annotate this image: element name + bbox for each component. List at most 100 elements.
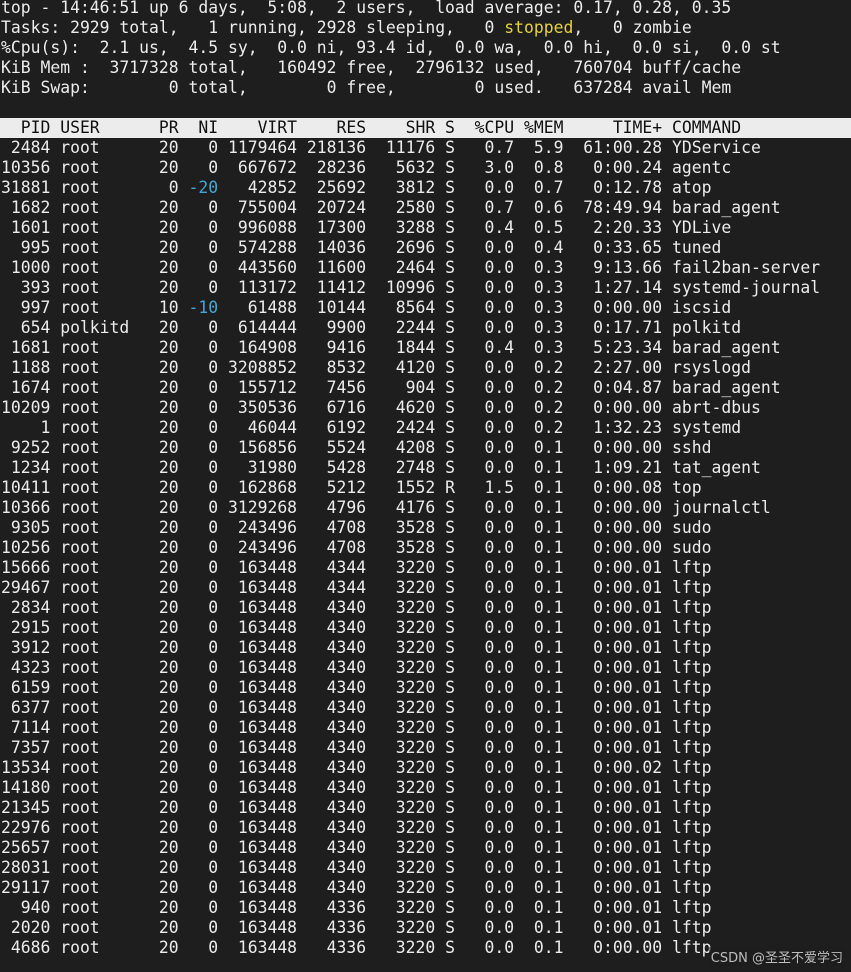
process-row-left: 995 root 20 0	[1, 238, 219, 257]
process-row: 7114 root 20 0 163448 4340 3220 S 0.0 0.…	[1, 718, 712, 738]
process-row: 1000 root 20 0 443560 11600 2464 S 0.0 0…	[1, 258, 820, 278]
process-row-right: 3129268 4796 4176 S 0.0 0.1 0:00.00 jour…	[218, 498, 771, 517]
process-row-left: 29467 root 20 0	[1, 578, 219, 597]
process-row: 1 root 20 0 46044 6192 2424 S 0.0 0.2 1:…	[1, 418, 741, 438]
process-row-right: 163448 4340 3220 S 0.0 0.1 0:00.01 lftp	[218, 838, 712, 857]
tasks-suffix: , 0 zombie	[573, 18, 692, 37]
process-row: 10256 root 20 0 243496 4708 3528 S 0.0 0…	[1, 538, 712, 558]
process-row: 10366 root 20 0 3129268 4796 4176 S 0.0 …	[1, 498, 771, 518]
process-row-right: 350536 6716 4620 S 0.0 0.2 0:00.00 abrt-…	[218, 398, 761, 417]
process-row-right: 163448 4340 3220 S 0.0 0.1 0:00.01 lftp	[218, 798, 712, 817]
process-row-right: 163448 4340 3220 S 0.0 0.1 0:00.02 lftp	[218, 758, 712, 777]
process-row-left: 9252 root 20 0	[1, 438, 219, 457]
process-row-right: 163448 4336 3220 S 0.0 0.1 0:00.00 lftp	[218, 938, 712, 957]
process-row-left: 6377 root 20 0	[1, 698, 219, 717]
process-row-left: 31881 root 0	[1, 178, 189, 197]
process-row-right: 156856 5524 4208 S 0.0 0.1 0:00.00 sshd	[218, 438, 712, 457]
process-table-header: PID USER PR NI VIRT RES SHR S %CPU %MEM …	[0, 118, 851, 138]
process-row-right: 163448 4340 3220 S 0.0 0.1 0:00.01 lftp	[218, 778, 712, 797]
process-row-right: 243496 4708 3528 S 0.0 0.1 0:00.00 sudo	[218, 518, 712, 537]
process-row: 7357 root 20 0 163448 4340 3220 S 0.0 0.…	[1, 738, 712, 758]
process-row-right: 1179464 218136 11176 S 0.7 5.9 61:00.28 …	[218, 138, 761, 157]
process-row-right: 667672 28236 5632 S 3.0 0.8 0:00.24 agen…	[218, 158, 732, 177]
process-row: 654 polkitd 20 0 614444 9900 2244 S 0.0 …	[1, 318, 741, 338]
process-row-right: 243496 4708 3528 S 0.0 0.1 0:00.00 sudo	[218, 538, 712, 557]
process-row-right: 574288 14036 2696 S 0.0 0.4 0:33.65 tune…	[218, 238, 722, 257]
process-row-right: 163448 4340 3220 S 0.0 0.1 0:00.01 lftp	[218, 618, 712, 637]
process-row-left: 13534 root 20 0	[1, 758, 219, 777]
process-row: 995 root 20 0 574288 14036 2696 S 0.0 0.…	[1, 238, 722, 258]
process-row-left: 10256 root 20 0	[1, 538, 219, 557]
process-row-left: 2484 root 20 0	[1, 138, 219, 157]
process-row-right: 996088 17300 3288 S 0.4 0.5 2:20.33 YDLi…	[218, 218, 732, 237]
process-row-left: 9305 root 20 0	[1, 518, 219, 537]
process-row-left: 14180 root 20 0	[1, 778, 219, 797]
process-row: 6159 root 20 0 163448 4340 3220 S 0.0 0.…	[1, 678, 712, 698]
process-row-left: 654 polkitd 20 0	[1, 318, 219, 337]
process-row-negative-nice: -20	[188, 178, 219, 197]
process-row: 1601 root 20 0 996088 17300 3288 S 0.4 0…	[1, 218, 731, 238]
process-row-left: 15666 root 20 0	[1, 558, 219, 577]
process-row-right: 163448 4340 3220 S 0.0 0.1 0:00.01 lftp	[218, 818, 712, 837]
process-row: 393 root 20 0 113172 11412 10996 S 0.0 0…	[1, 278, 820, 298]
process-row: 21345 root 20 0 163448 4340 3220 S 0.0 0…	[1, 798, 712, 818]
tasks-stopped-label: stopped	[504, 18, 574, 37]
process-row-right: 163448 4336 3220 S 0.0 0.1 0:00.01 lftp	[218, 898, 712, 917]
process-row-right: 163448 4340 3220 S 0.0 0.1 0:00.01 lftp	[218, 858, 712, 877]
process-row-right: 163448 4344 3220 S 0.0 0.1 0:00.01 lftp	[218, 558, 712, 577]
process-row-left: 997 root 10	[1, 298, 189, 317]
process-row-left: 1188 root 20 0	[1, 358, 219, 377]
process-row: 9252 root 20 0 156856 5524 4208 S 0.0 0.…	[1, 438, 712, 458]
process-row-left: 21345 root 20 0	[1, 798, 219, 817]
process-row-left: 10366 root 20 0	[1, 498, 219, 517]
process-row-left: 10411 root 20 0	[1, 478, 219, 497]
process-row-right: 155712 7456 904 S 0.0 0.2 0:04.87 barad_…	[218, 378, 781, 397]
summary-swap-line: KiB Swap: 0 total, 0 free, 0 used. 63728…	[1, 78, 732, 97]
process-row-left: 1 root 20 0	[1, 418, 219, 437]
summary-mem-line: KiB Mem : 3717328 total, 160492 free, 27…	[1, 58, 742, 77]
process-row-left: 1682 root 20 0	[1, 198, 219, 217]
process-row-right: 163448 4340 3220 S 0.0 0.1 0:00.01 lftp	[218, 698, 712, 717]
process-table-header-text: PID USER PR NI VIRT RES SHR S %CPU %MEM …	[1, 118, 742, 137]
process-row: 10356 root 20 0 667672 28236 5632 S 3.0 …	[1, 158, 731, 178]
process-row: 3912 root 20 0 163448 4340 3220 S 0.0 0.…	[1, 638, 712, 658]
process-row-right: 61488 10144 8564 S 0.0 0.3 0:00.00 iscsi…	[218, 298, 732, 317]
process-row-right: 163448 4340 3220 S 0.0 0.1 0:00.01 lftp	[218, 658, 712, 677]
process-row: 10411 root 20 0 162868 5212 1552 R 1.5 0…	[1, 478, 702, 498]
process-row-left: 4686 root 20 0	[1, 938, 219, 957]
process-row-left: 1000 root 20 0	[1, 258, 219, 277]
process-row: 940 root 20 0 163448 4336 3220 S 0.0 0.1…	[1, 898, 712, 918]
process-row-left: 2834 root 20 0	[1, 598, 219, 617]
process-row: 1234 root 20 0 31980 5428 2748 S 0.0 0.1…	[1, 458, 761, 478]
process-row-left: 25657 root 20 0	[1, 838, 219, 857]
process-row-left: 7114 root 20 0	[1, 718, 219, 737]
process-row: 9305 root 20 0 243496 4708 3528 S 0.0 0.…	[1, 518, 712, 538]
process-row-right: 164908 9416 1844 S 0.4 0.3 5:23.34 barad…	[218, 338, 781, 357]
process-row: 28031 root 20 0 163448 4340 3220 S 0.0 0…	[1, 858, 712, 878]
process-row: 2915 root 20 0 163448 4340 3220 S 0.0 0.…	[1, 618, 712, 638]
process-row-right: 3208852 8532 4120 S 0.0 0.2 2:27.00 rsys…	[218, 358, 751, 377]
process-row-right: 163448 4336 3220 S 0.0 0.1 0:00.01 lftp	[218, 918, 712, 937]
process-row: 13534 root 20 0 163448 4340 3220 S 0.0 0…	[1, 758, 712, 778]
process-row-left: 22976 root 20 0	[1, 818, 219, 837]
process-row-left: 3912 root 20 0	[1, 638, 219, 657]
process-row: 22976 root 20 0 163448 4340 3220 S 0.0 0…	[1, 818, 712, 838]
process-row: 25657 root 20 0 163448 4340 3220 S 0.0 0…	[1, 838, 712, 858]
process-row: 1682 root 20 0 755004 20724 2580 S 0.7 0…	[1, 198, 781, 218]
watermark: CSDN @圣圣不爱学习	[708, 947, 845, 966]
process-row-left: 10209 root 20 0	[1, 398, 219, 417]
process-row-right: 162868 5212 1552 R 1.5 0.1 0:00.08 top	[218, 478, 702, 497]
process-row-left: 1681 root 20 0	[1, 338, 219, 357]
process-row-right: 113172 11412 10996 S 0.0 0.3 1:27.14 sys…	[218, 278, 821, 297]
process-row: 29117 root 20 0 163448 4340 3220 S 0.0 0…	[1, 878, 712, 898]
process-row-left: 1234 root 20 0	[1, 458, 219, 477]
process-row-left: 6159 root 20 0	[1, 678, 219, 697]
process-row: 31881 root 0 -20 42852 25692 3812 S 0.0 …	[1, 178, 712, 198]
process-row-left: 1674 root 20 0	[1, 378, 219, 397]
process-row: 1188 root 20 0 3208852 8532 4120 S 0.0 0…	[1, 358, 751, 378]
process-row-left: 393 root 20 0	[1, 278, 219, 297]
process-row: 2020 root 20 0 163448 4336 3220 S 0.0 0.…	[1, 918, 712, 938]
process-row-right: 163448 4340 3220 S 0.0 0.1 0:00.01 lftp	[218, 718, 712, 737]
tasks-prefix: Tasks: 2929 total, 1 running, 2928 sleep…	[1, 18, 505, 37]
process-row-right: 42852 25692 3812 S 0.0 0.7 0:12.78 atop	[218, 178, 712, 197]
